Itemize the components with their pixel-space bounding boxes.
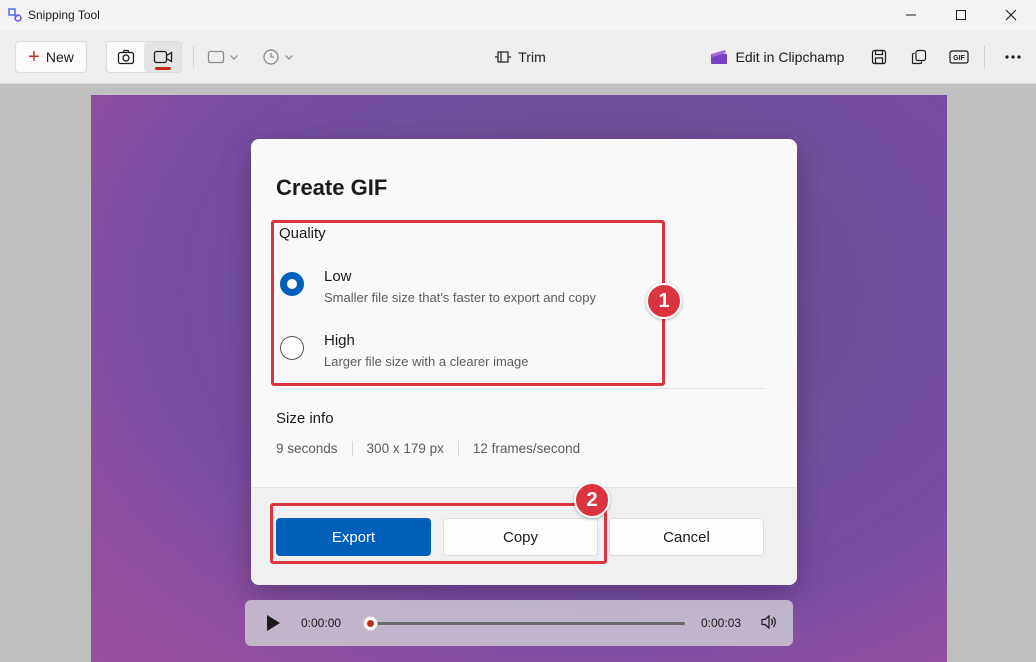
chevron-down-icon	[230, 55, 238, 60]
camera-icon	[117, 49, 134, 65]
minimize-icon	[906, 14, 916, 16]
current-time: 0:00:00	[301, 616, 342, 630]
playback-bar: 0:00:00 0:00:03	[245, 600, 793, 646]
section-divider	[276, 388, 764, 389]
save-button[interactable]	[863, 41, 895, 73]
total-time: 0:00:03	[701, 616, 742, 630]
maximize-button[interactable]	[936, 0, 986, 30]
annotation-box-buttons	[270, 503, 607, 564]
gif-icon: GIF	[949, 50, 969, 64]
edit-in-clipchamp-button[interactable]: Edit in Clipchamp	[706, 41, 848, 73]
timer-dropdown[interactable]	[258, 41, 298, 73]
copy-icon	[911, 49, 927, 65]
capture-mode-group	[106, 41, 182, 73]
seek-slider[interactable]	[363, 616, 685, 631]
timer-icon	[263, 49, 279, 65]
framerate-value: 12 frames/second	[457, 441, 594, 456]
more-icon	[1005, 55, 1021, 59]
new-button[interactable]: + New	[15, 41, 87, 73]
volume-button[interactable]	[760, 614, 778, 635]
toolbar-separator	[193, 46, 194, 68]
dimensions-value: 300 x 179 px	[351, 441, 458, 456]
trim-button[interactable]: Trim	[488, 41, 552, 73]
snip-shape-icon	[207, 50, 225, 64]
plus-icon: +	[28, 46, 40, 68]
maximize-icon	[956, 10, 966, 20]
annotation-badge-1: 1	[646, 283, 682, 319]
annotation-badge-2: 2	[574, 482, 610, 518]
title-bar: Snipping Tool	[0, 0, 1036, 30]
snipping-tool-app-icon	[8, 8, 22, 22]
gif-badge-text: GIF	[953, 55, 965, 62]
snip-shape-dropdown[interactable]	[203, 41, 243, 73]
window-title: Snipping Tool	[28, 8, 100, 22]
video-icon	[153, 50, 172, 64]
save-icon	[871, 49, 887, 65]
annotation-box-quality	[271, 220, 665, 386]
close-button[interactable]	[986, 0, 1036, 30]
dialog-title: Create GIF	[276, 175, 388, 200]
minimize-button[interactable]	[886, 0, 936, 30]
chevron-down-icon	[285, 55, 293, 60]
toolbar: + New Trim Edit in Clipchamp GIF	[0, 30, 1036, 84]
size-info-details: 9 seconds 300 x 179 px 12 frames/second	[276, 441, 594, 456]
more-options-button[interactable]	[997, 41, 1029, 73]
cancel-button[interactable]: Cancel	[609, 518, 764, 556]
seek-thumb[interactable]	[363, 616, 378, 631]
close-icon	[1005, 9, 1017, 21]
copy-toolbar-button[interactable]	[903, 41, 935, 73]
video-mode-button[interactable]	[144, 42, 181, 72]
toolbar-separator	[984, 46, 985, 68]
clipchamp-icon	[710, 50, 727, 64]
play-icon[interactable]	[267, 615, 280, 631]
trim-icon	[495, 51, 512, 63]
size-info-label: Size info	[276, 410, 334, 427]
new-button-label: New	[45, 49, 74, 65]
duration-value: 9 seconds	[276, 441, 338, 456]
trim-label: Trim	[518, 49, 546, 65]
clipchamp-label: Edit in Clipchamp	[735, 49, 845, 65]
screenshot-mode-button[interactable]	[107, 42, 144, 72]
volume-icon	[761, 614, 776, 630]
gif-button[interactable]: GIF	[943, 41, 975, 73]
